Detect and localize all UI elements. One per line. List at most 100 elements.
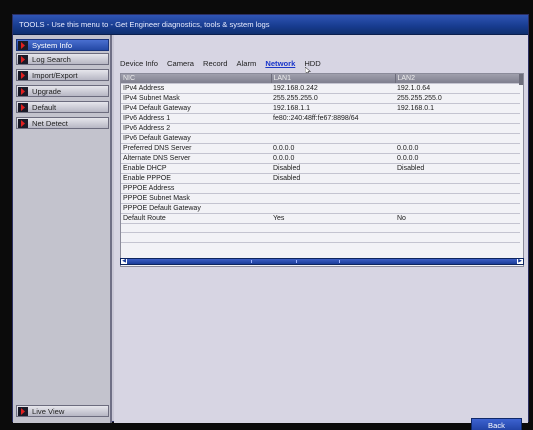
cell-value xyxy=(271,203,395,214)
sidebar-item-label: Import/Export xyxy=(32,70,78,80)
empty-cell xyxy=(395,223,520,234)
sidebar-item-label: Net Detect xyxy=(32,118,68,128)
table-row[interactable]: PPPOE Address xyxy=(121,183,520,194)
cell-value: Disabled xyxy=(271,173,395,184)
table-row[interactable]: IPv4 Default Gateway 192.168.1.1 192.168.0… xyxy=(121,103,520,114)
table-body: IPv4 Address 192.168.0.242 192.1.0.64 IPv4 … xyxy=(121,83,520,243)
table-row[interactable]: Default Route Yes No xyxy=(121,213,520,224)
sidebar-item-label: Upgrade xyxy=(32,86,62,96)
sidebar-item-import-export[interactable]: Import/Export xyxy=(16,69,109,81)
table-row[interactable]: IPv4 Address 192.168.0.242 192.1.0.64 xyxy=(121,83,520,94)
tab-camera[interactable]: Camera xyxy=(167,59,194,69)
row-label: Preferred DNS Server xyxy=(121,143,271,154)
table-row[interactable]: Preferred DNS Server 0.0.0.0 0.0.0.0 xyxy=(121,143,520,154)
scrollbar-tick xyxy=(339,260,340,263)
horizontal-scrollbar[interactable]: ◀ ▶ xyxy=(120,258,524,265)
empty-row xyxy=(121,232,520,243)
empty-cell xyxy=(121,232,271,243)
sidebar: System Info Log Search Import/Export Upg… xyxy=(13,35,112,423)
row-label: Default Route xyxy=(121,213,271,224)
cell-value xyxy=(395,173,520,184)
chevron-right-icon xyxy=(18,70,28,80)
chevron-right-icon xyxy=(18,118,28,128)
table-row[interactable]: IPv6 Address 1 fe80::240:48ff:fe67:8898/6… xyxy=(121,113,520,124)
scroll-left-icon[interactable]: ◀ xyxy=(121,259,127,264)
tab-record[interactable]: Record xyxy=(203,59,227,69)
tab-device-info[interactable]: Device Info xyxy=(120,59,158,69)
cell-value: 0.0.0.0 xyxy=(271,143,395,154)
cell-value: 0.0.0.0 xyxy=(395,143,520,154)
empty-cell xyxy=(121,223,271,234)
cell-value: 0.0.0.0 xyxy=(395,153,520,164)
table-row[interactable]: IPv6 Address 2 xyxy=(121,123,520,134)
row-label: IPv4 Default Gateway xyxy=(121,103,271,114)
cell-value xyxy=(395,203,520,214)
vertical-scrollbar[interactable] xyxy=(519,74,523,85)
cell-value: 255.255.255.0 xyxy=(271,93,395,104)
cell-value: 192.1.0.64 xyxy=(395,83,520,94)
screen-frame: TOOLS - Use this menu to - Get Engineer … xyxy=(0,0,533,430)
column-header-lan2: LAN2 xyxy=(395,74,521,84)
empty-cell xyxy=(271,223,395,234)
chevron-right-icon xyxy=(18,54,28,64)
back-button[interactable]: Back xyxy=(471,418,522,430)
column-header-lan1: LAN1 xyxy=(271,74,396,84)
empty-cell xyxy=(271,232,395,243)
scroll-right-icon[interactable]: ▶ xyxy=(517,259,523,264)
cell-value xyxy=(395,113,520,124)
table-row[interactable]: Enable PPPOE Disabled xyxy=(121,173,520,184)
cell-value xyxy=(271,183,395,194)
table-row[interactable]: IPv6 Default Gateway xyxy=(121,133,520,144)
row-label: IPv6 Address 1 xyxy=(121,113,271,124)
chevron-right-icon xyxy=(18,40,28,50)
sidebar-item-upgrade[interactable]: Upgrade xyxy=(16,85,109,97)
sidebar-item-label: System Info xyxy=(32,40,73,50)
cell-value xyxy=(395,123,520,134)
row-label: Enable DHCP xyxy=(121,163,271,174)
chevron-right-icon xyxy=(18,86,28,96)
sidebar-item-label: Default xyxy=(32,102,57,112)
row-label: Enable PPPOE xyxy=(121,173,271,184)
scrollbar-tick xyxy=(296,260,297,263)
row-label: IPv6 Default Gateway xyxy=(121,133,271,144)
cell-value xyxy=(395,133,520,144)
sidebar-item-log-search[interactable]: Log Search xyxy=(16,53,109,65)
row-label: PPPOE Default Gateway xyxy=(121,203,271,214)
network-info-table: NIC LAN1 LAN2 IPv4 Address 192.168.0.242 1… xyxy=(120,73,524,267)
tools-window: TOOLS - Use this menu to - Get Engineer … xyxy=(12,14,529,430)
cell-value: 192.168.0.242 xyxy=(271,83,395,94)
sidebar-item-live-view[interactable]: Live View xyxy=(16,405,109,417)
column-header-nic: NIC xyxy=(121,74,272,84)
table-row[interactable]: Enable DHCP Disabled Disabled xyxy=(121,163,520,174)
cell-value: No xyxy=(395,213,520,224)
row-label: PPPOE Address xyxy=(121,183,271,194)
chevron-right-icon xyxy=(18,102,28,112)
table-row[interactable]: Alternate DNS Server 0.0.0.0 0.0.0.0 xyxy=(121,153,520,164)
sidebar-item-label: Live View xyxy=(32,406,65,416)
row-label: Alternate DNS Server xyxy=(121,153,271,164)
table-row[interactable]: PPPOE Default Gateway xyxy=(121,203,520,214)
cell-value: 192.168.0.1 xyxy=(395,103,520,114)
table-row[interactable]: IPv4 Subnet Mask 255.255.255.0 255.255.255… xyxy=(121,93,520,104)
sidebar-item-default[interactable]: Default xyxy=(16,101,109,113)
cell-value: Yes xyxy=(271,213,395,224)
cell-value xyxy=(271,123,395,134)
row-label: IPv4 Subnet Mask xyxy=(121,93,271,104)
title-bar: TOOLS - Use this menu to - Get Engineer … xyxy=(13,15,528,35)
cell-value: Disabled xyxy=(271,163,395,174)
tab-alarm[interactable]: Alarm xyxy=(237,59,257,69)
tab-bar: Device Info Camera Record Alarm Network … xyxy=(120,59,321,69)
cell-value xyxy=(395,183,520,194)
cell-value: 192.168.1.1 xyxy=(271,103,395,114)
row-label: IPv4 Address xyxy=(121,83,271,94)
tab-network[interactable]: Network xyxy=(265,59,295,69)
sidebar-item-system-info[interactable]: System Info xyxy=(16,39,109,51)
main-panel: Device Info Camera Record Alarm Network … xyxy=(114,35,528,430)
row-label: PPPOE Subnet Mask xyxy=(121,193,271,204)
table-row[interactable]: PPPOE Subnet Mask xyxy=(121,193,520,204)
row-label: IPv6 Address 2 xyxy=(121,123,271,134)
chevron-right-icon xyxy=(18,406,28,416)
cell-value: fe80::240:48ff:fe67:8898/64 xyxy=(271,113,395,124)
sidebar-item-net-detect[interactable]: Net Detect xyxy=(16,117,109,129)
cell-value xyxy=(395,193,520,204)
